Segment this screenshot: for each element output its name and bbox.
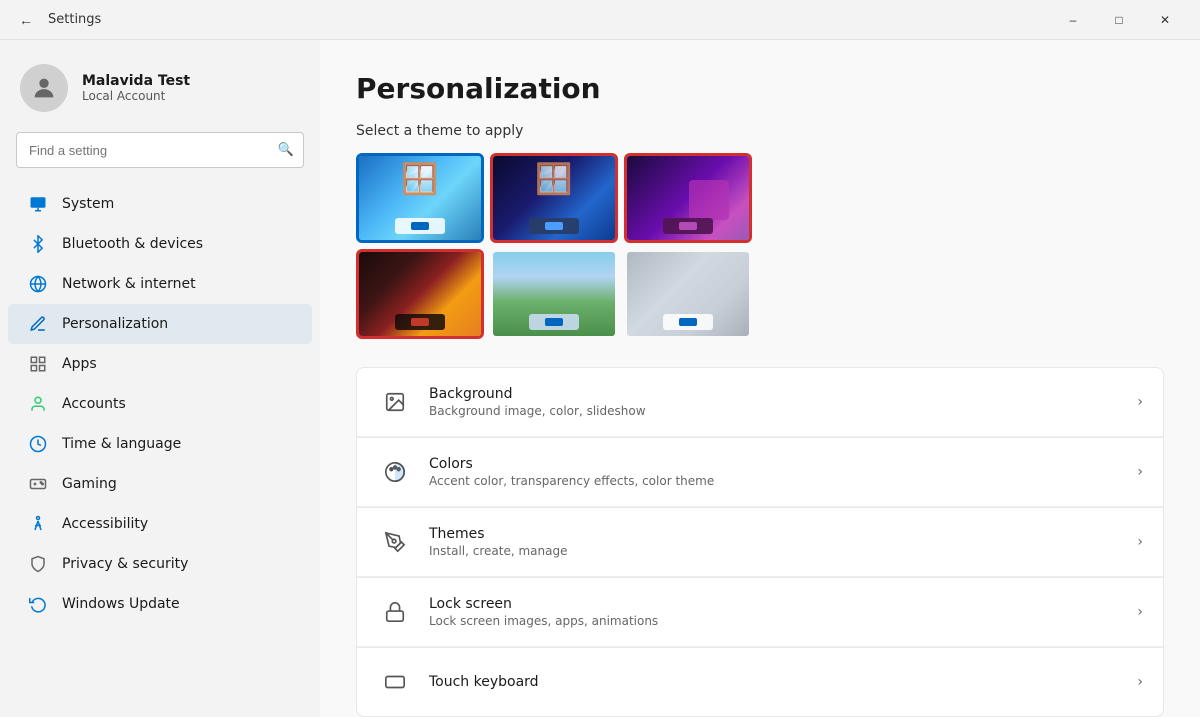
apps-icon	[28, 354, 48, 374]
user-profile: Malavida Test Local Account	[0, 52, 320, 132]
theme-card-1[interactable]: 🪟	[356, 153, 484, 243]
back-button[interactable]: ←	[12, 6, 40, 34]
settings-item-background[interactable]: Background Background image, color, slid…	[356, 367, 1164, 437]
user-info: Malavida Test Local Account	[82, 73, 190, 103]
themes-arrow: ›	[1137, 534, 1143, 550]
sidebar-item-label: Accessibility	[62, 516, 148, 532]
background-arrow: ›	[1137, 394, 1143, 410]
sidebar-item-label: Personalization	[62, 316, 168, 332]
theme-card-4[interactable]	[356, 249, 484, 339]
main-content: Personalization Select a theme to apply …	[320, 40, 1200, 717]
themes-title: Themes	[429, 526, 1121, 542]
sidebar-item-label: Gaming	[62, 476, 117, 492]
lockscreen-arrow: ›	[1137, 604, 1143, 620]
close-button[interactable]: ✕	[1142, 0, 1188, 40]
system-icon	[28, 194, 48, 214]
sidebar-item-update[interactable]: Windows Update	[8, 584, 312, 624]
sidebar-item-personalization[interactable]: Personalization	[8, 304, 312, 344]
sidebar-item-label: Accounts	[62, 396, 126, 412]
touchkeyboard-text: Touch keyboard	[429, 674, 1121, 690]
background-desc: Background image, color, slideshow	[429, 404, 1121, 418]
colors-text: Colors Accent color, transparency effect…	[429, 456, 1121, 488]
sidebar-item-accounts[interactable]: Accounts	[8, 384, 312, 424]
lockscreen-icon	[377, 594, 413, 630]
themes-icon	[377, 524, 413, 560]
user-type: Local Account	[82, 89, 190, 103]
sidebar-item-network[interactable]: Network & internet	[8, 264, 312, 304]
sidebar-item-label: Apps	[62, 356, 97, 372]
accounts-icon	[28, 394, 48, 414]
nav-list: System Bluetooth & devices Network & int…	[0, 184, 320, 624]
page-title: Personalization	[356, 72, 1164, 105]
search-container: 🔍	[16, 132, 304, 168]
colors-icon	[377, 454, 413, 490]
sidebar-item-system[interactable]: System	[8, 184, 312, 224]
search-icon: 🔍	[278, 143, 294, 158]
sidebar-item-label: Network & internet	[62, 276, 196, 292]
sidebar-item-label: System	[62, 196, 114, 212]
colors-title: Colors	[429, 456, 1121, 472]
sidebar-item-label: Windows Update	[62, 596, 180, 612]
theme-card-5[interactable]	[490, 249, 618, 339]
sidebar-item-bluetooth[interactable]: Bluetooth & devices	[8, 224, 312, 264]
sidebar-item-label: Bluetooth & devices	[62, 236, 203, 252]
settings-item-colors[interactable]: Colors Accent color, transparency effect…	[356, 437, 1164, 507]
update-icon	[28, 594, 48, 614]
sidebar-item-apps[interactable]: Apps	[8, 344, 312, 384]
settings-item-lockscreen[interactable]: Lock screen Lock screen images, apps, an…	[356, 577, 1164, 647]
settings-item-themes[interactable]: Themes Install, create, manage ›	[356, 507, 1164, 577]
time-icon	[28, 434, 48, 454]
maximize-button[interactable]: □	[1096, 0, 1142, 40]
sidebar-item-gaming[interactable]: Gaming	[8, 464, 312, 504]
privacy-icon	[28, 554, 48, 574]
gaming-icon	[28, 474, 48, 494]
theme-card-6[interactable]	[624, 249, 752, 339]
user-name: Malavida Test	[82, 73, 190, 89]
colors-desc: Accent color, transparency effects, colo…	[429, 474, 1121, 488]
sidebar-item-label: Time & language	[62, 436, 181, 452]
app-title: Settings	[48, 12, 1050, 27]
avatar	[20, 64, 68, 112]
lockscreen-desc: Lock screen images, apps, animations	[429, 614, 1121, 628]
settings-item-touchkeyboard[interactable]: Touch keyboard ›	[356, 647, 1164, 717]
background-text: Background Background image, color, slid…	[429, 386, 1121, 418]
window-controls: – □ ✕	[1050, 0, 1188, 40]
sidebar-item-accessibility[interactable]: Accessibility	[8, 504, 312, 544]
theme-section-label: Select a theme to apply	[356, 123, 1164, 139]
bluetooth-icon	[28, 234, 48, 254]
touchkeyboard-arrow: ›	[1137, 674, 1143, 690]
lockscreen-text: Lock screen Lock screen images, apps, an…	[429, 596, 1121, 628]
sidebar: Malavida Test Local Account 🔍 System Blu…	[0, 40, 320, 717]
lockscreen-title: Lock screen	[429, 596, 1121, 612]
sidebar-item-time[interactable]: Time & language	[8, 424, 312, 464]
theme-card-3[interactable]	[624, 153, 752, 243]
sidebar-item-label: Privacy & security	[62, 556, 188, 572]
accessibility-icon	[28, 514, 48, 534]
titlebar: ← Settings – □ ✕	[0, 0, 1200, 40]
themes-text: Themes Install, create, manage	[429, 526, 1121, 558]
colors-arrow: ›	[1137, 464, 1143, 480]
background-icon	[377, 384, 413, 420]
minimize-button[interactable]: –	[1050, 0, 1096, 40]
themes-desc: Install, create, manage	[429, 544, 1121, 558]
background-title: Background	[429, 386, 1121, 402]
theme-card-2[interactable]: 🪟	[490, 153, 618, 243]
network-icon	[28, 274, 48, 294]
touchkeyboard-title: Touch keyboard	[429, 674, 1121, 690]
search-input[interactable]	[16, 132, 304, 168]
sidebar-item-privacy[interactable]: Privacy & security	[8, 544, 312, 584]
personalization-icon	[28, 314, 48, 334]
touchkeyboard-icon	[377, 664, 413, 700]
themes-grid: 🪟 🪟	[356, 153, 1164, 339]
settings-list: Background Background image, color, slid…	[356, 367, 1164, 717]
